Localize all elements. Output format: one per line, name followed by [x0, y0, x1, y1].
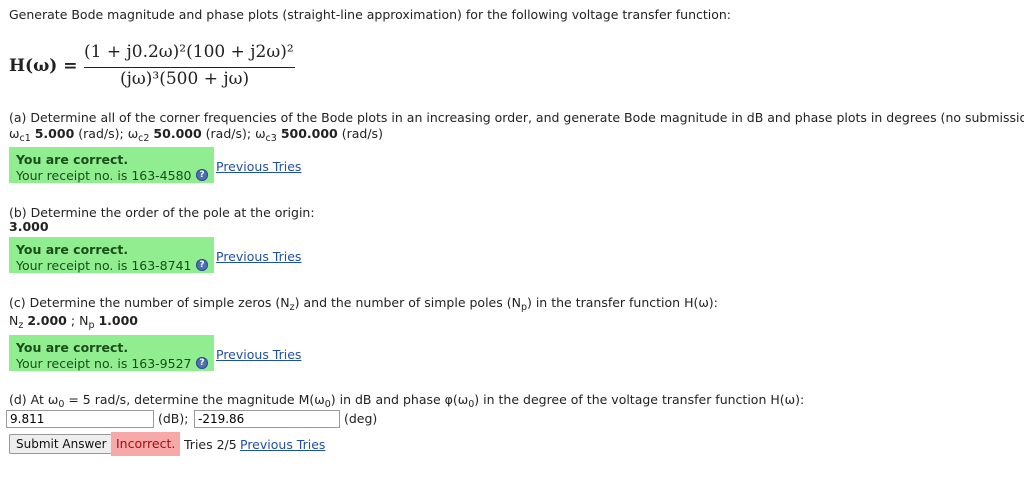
previous-tries-link[interactable]: Previous Tries — [216, 347, 301, 362]
wc3-value: 500.000 — [280, 126, 338, 141]
help-icon[interactable]: ? — [196, 357, 208, 369]
formula-numerator: (1 + j0.2ω)²(100 + j2ω)² — [84, 42, 294, 62]
wc2-value: 50.000 — [153, 126, 202, 141]
part-b-feedback-box: You are correct. Your receipt no. is 163… — [9, 237, 214, 273]
phase-unit: (deg) — [344, 411, 378, 426]
part-a-feedback-box: You are correct. Your receipt no. is 163… — [9, 147, 214, 183]
part-a-answers: ωc1 5.000 (rad/s); ωc2 50.000 (rad/s); ω… — [9, 126, 383, 144]
previous-tries-link[interactable]: Previous Tries — [216, 159, 301, 174]
part-b-question: (b) Determine the order of the pole at t… — [9, 205, 315, 220]
help-icon[interactable]: ? — [196, 169, 208, 181]
receipt-text: Your receipt no. is 163-8741 — [16, 258, 192, 273]
nz-value: 2.000 — [27, 313, 67, 328]
problem-intro: Generate Bode magnitude and phase plots … — [9, 7, 732, 22]
receipt-text: Your receipt no. is 163-4580 — [16, 168, 192, 183]
magnitude-input[interactable] — [6, 410, 154, 428]
receipt-text: Your receipt no. is 163-9527 — [16, 356, 192, 371]
previous-tries-link[interactable]: Previous Tries — [240, 437, 325, 452]
magnitude-unit: (dB); — [158, 411, 189, 426]
incorrect-badge: Incorrect. — [111, 432, 181, 456]
part-d-question: (d) At ω0 = 5 rad/s, determine the magni… — [9, 392, 805, 410]
part-b-answer: 3.000 — [9, 219, 49, 234]
formula-lhs: H(ω) = — [9, 56, 78, 76]
status-text: You are correct. — [16, 242, 129, 257]
wc1-value: 5.000 — [34, 126, 75, 141]
part-a-question: (a) Determine all of the corner frequenc… — [9, 110, 1024, 125]
submit-answer-button[interactable]: Submit Answer — [9, 434, 114, 454]
fraction-bar — [84, 67, 295, 69]
part-c-feedback-box: You are correct. Your receipt no. is 163… — [9, 335, 214, 371]
help-icon[interactable]: ? — [196, 259, 208, 271]
phase-input[interactable] — [194, 410, 340, 428]
part-c-question: (c) Determine the number of simple zeros… — [9, 295, 718, 313]
formula-denominator: (jω)³(500 + jω) — [120, 69, 250, 89]
previous-tries-link[interactable]: Previous Tries — [216, 249, 301, 264]
part-c-answers: Nz 2.000 ; Np 1.000 — [9, 313, 138, 331]
np-value: 1.000 — [98, 313, 138, 328]
status-text: You are correct. — [16, 152, 129, 167]
tries-count: Tries 2/5 — [184, 437, 237, 452]
status-text: You are correct. — [16, 340, 129, 355]
